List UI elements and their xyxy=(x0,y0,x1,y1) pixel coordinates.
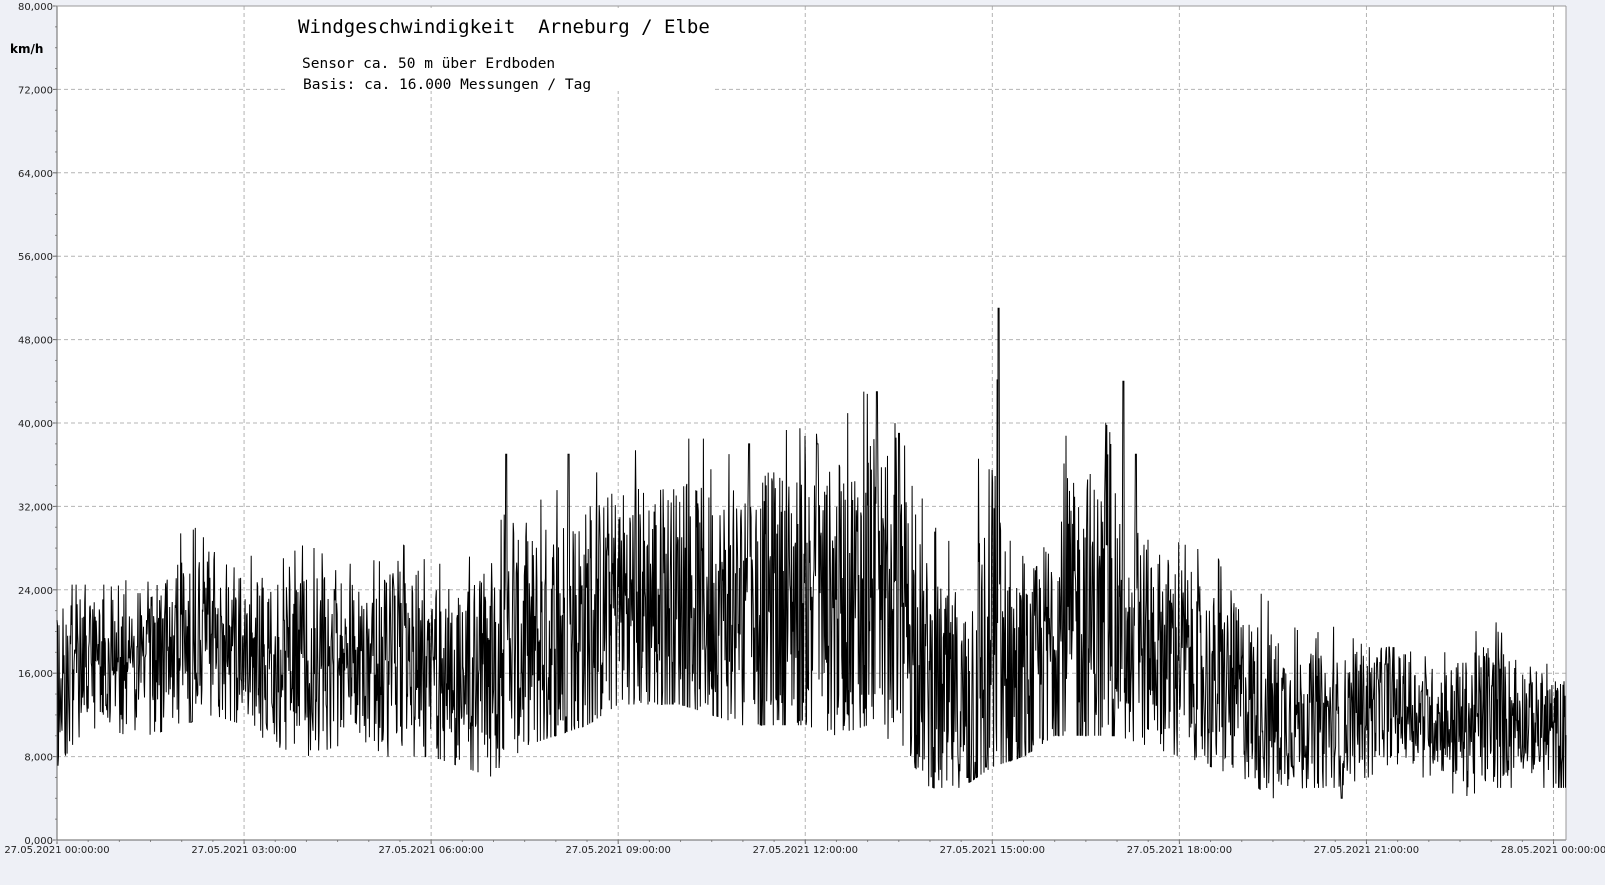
y-tick-labels: 0,0008,00016,00024,00032,00040,00048,000… xyxy=(18,2,53,847)
chart-svg: Windgeschwindigkeit Arneburg / Elbe Sens… xyxy=(4,2,1605,856)
y-tick-label: 8,000 xyxy=(24,753,53,764)
y-tick-label: 24,000 xyxy=(18,586,53,597)
y-tick-label: 80,000 xyxy=(18,2,53,13)
y-tick-label: 40,000 xyxy=(18,419,53,430)
y-tick-label: 16,000 xyxy=(18,669,53,680)
x-tick-label: 27.05.2021 21:00:00 xyxy=(1314,845,1419,856)
y-tick-label: 64,000 xyxy=(18,169,53,180)
x-tick-label: 27.05.2021 06:00:00 xyxy=(378,845,483,856)
subtitle-line-1: Sensor ca. 50 m über Erdboden xyxy=(302,56,555,72)
y-tick-label: 32,000 xyxy=(18,502,53,513)
x-tick-label: 27.05.2021 03:00:00 xyxy=(191,845,296,856)
x-tick-label: 27.05.2021 12:00:00 xyxy=(753,845,858,856)
x-tick-label: 28.05.2021 00:00:00 xyxy=(1501,845,1605,856)
chart-title: Windgeschwindigkeit Arneburg / Elbe xyxy=(298,16,710,38)
y-tick-label: 48,000 xyxy=(18,336,53,347)
x-tick-label: 27.05.2021 09:00:00 xyxy=(566,845,671,856)
y-tick-label: 72,000 xyxy=(18,85,53,96)
x-tick-label: 27.05.2021 15:00:00 xyxy=(940,845,1045,856)
y-axis-unit-label: km/h xyxy=(10,42,43,56)
x-tick-labels: 27.05.2021 00:00:00 27.05.2021 03:00:00 27… xyxy=(4,845,1605,856)
x-tick-label: 27.05.2021 00:00:00 xyxy=(4,845,109,856)
wind-speed-chart: Windgeschwindigkeit Arneburg / Elbe Sens… xyxy=(0,0,1605,881)
y-tick-label: 56,000 xyxy=(18,252,53,263)
subtitle-line-2: Basis: ca. 16.000 Messungen / Tag xyxy=(303,77,591,93)
x-tick-label: 27.05.2021 18:00:00 xyxy=(1127,845,1232,856)
